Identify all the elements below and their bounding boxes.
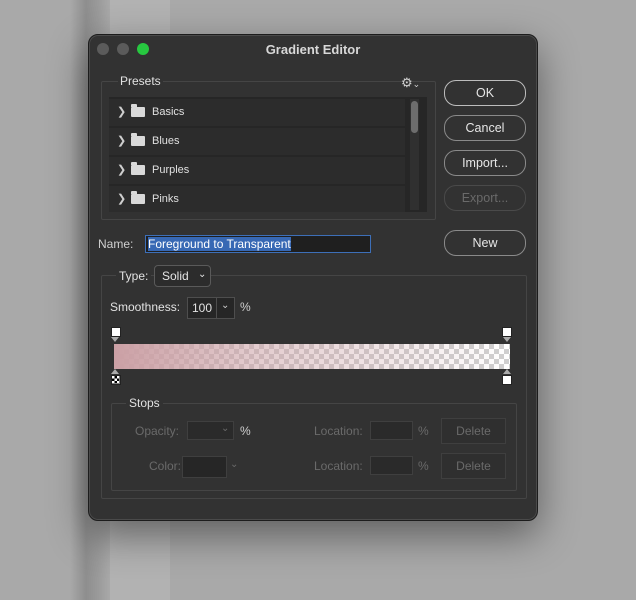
chevron-down-icon[interactable]: ⌄	[221, 300, 229, 311]
smoothness-label: Smoothness:	[110, 300, 181, 314]
preset-folder-label: Basics	[152, 106, 185, 118]
smoothness-unit: %	[240, 300, 251, 314]
color-swatch[interactable]	[182, 456, 227, 478]
opacity-stop-left-pointer	[111, 337, 119, 342]
opacity-input[interactable]: ⌄	[187, 421, 234, 440]
opacity-unit: %	[240, 424, 251, 438]
preset-folder-label: Purples	[152, 164, 190, 176]
color-stop-left-pointer	[111, 369, 119, 374]
delete-opacity-stop-button[interactable]: Delete	[441, 418, 506, 444]
opacity-location-unit: %	[418, 424, 429, 438]
color-stop-right-pointer	[503, 369, 511, 374]
smoothness-input[interactable]: 100 ⌄	[187, 297, 235, 319]
opacity-location-input[interactable]	[370, 421, 413, 440]
type-label: Type:	[116, 269, 152, 283]
name-input-value: Foreground to Transparent	[148, 237, 291, 251]
folder-icon	[131, 191, 145, 204]
chevron-down-icon: ⌄	[198, 269, 207, 280]
chevron-right-icon[interactable]: ❯	[117, 134, 126, 147]
import-button[interactable]: Import...	[444, 150, 526, 176]
presets-list[interactable]: ❯ Basics ❯ Blues ❯ Purples ❯ Pinks	[109, 97, 427, 212]
smoothness-divider	[216, 298, 217, 318]
smoothness-value: 100	[192, 301, 213, 315]
color-stop-right[interactable]	[502, 375, 512, 385]
scrollbar-thumb[interactable]	[411, 101, 418, 133]
color-location-unit: %	[418, 459, 429, 473]
gradient-preview-bar[interactable]	[114, 344, 510, 369]
gear-icon[interactable]: ⚙⌄	[401, 75, 420, 91]
opacity-stop-right-pointer	[503, 337, 511, 342]
ok-button[interactable]: OK	[444, 80, 526, 106]
preset-folder-purples[interactable]: ❯ Purples	[109, 157, 405, 184]
opacity-stop-left[interactable]	[111, 327, 121, 337]
title-bar[interactable]: Gradient Editor	[89, 35, 537, 63]
color-location-input[interactable]	[370, 456, 413, 475]
presets-label: Presets	[118, 74, 163, 88]
preset-folder-label: Blues	[152, 135, 180, 147]
type-select[interactable]: Solid ⌄	[154, 265, 211, 287]
gradient-editor-window: Gradient Editor Presets ⚙⌄ ❯ Basics ❯ Bl…	[88, 34, 538, 521]
chevron-right-icon[interactable]: ❯	[117, 105, 126, 118]
chevron-down-icon[interactable]: ⌄	[230, 459, 238, 470]
chevron-right-icon[interactable]: ❯	[117, 163, 126, 176]
export-button[interactable]: Export...	[444, 185, 526, 211]
delete-color-stop-button[interactable]: Delete	[441, 453, 506, 479]
preset-folder-label: Pinks	[152, 193, 179, 205]
color-location-label: Location:	[314, 459, 363, 473]
preset-folder-blues[interactable]: ❯ Blues	[109, 128, 405, 155]
opacity-label: Opacity:	[135, 424, 180, 438]
stops-label: Stops	[126, 396, 163, 410]
new-button[interactable]: New	[444, 230, 526, 256]
folder-icon	[131, 162, 145, 175]
name-label: Name:	[98, 237, 134, 251]
window-title: Gradient Editor	[265, 42, 361, 57]
color-label: Color:	[149, 459, 182, 473]
folder-icon	[131, 133, 145, 146]
color-stop-left[interactable]	[111, 375, 121, 385]
folder-icon	[131, 104, 145, 117]
preset-folder-basics[interactable]: ❯ Basics	[109, 99, 405, 126]
opacity-stop-right[interactable]	[502, 327, 512, 337]
chevron-down-icon: ⌄	[221, 423, 230, 434]
type-select-value: Solid	[162, 269, 189, 283]
opacity-location-label: Location:	[314, 424, 363, 438]
chevron-right-icon[interactable]: ❯	[117, 192, 126, 205]
cancel-button[interactable]: Cancel	[444, 115, 526, 141]
preset-folder-pinks[interactable]: ❯ Pinks	[109, 186, 405, 212]
name-input[interactable]: Foreground to Transparent	[145, 235, 371, 253]
presets-scrollbar[interactable]	[410, 99, 419, 210]
